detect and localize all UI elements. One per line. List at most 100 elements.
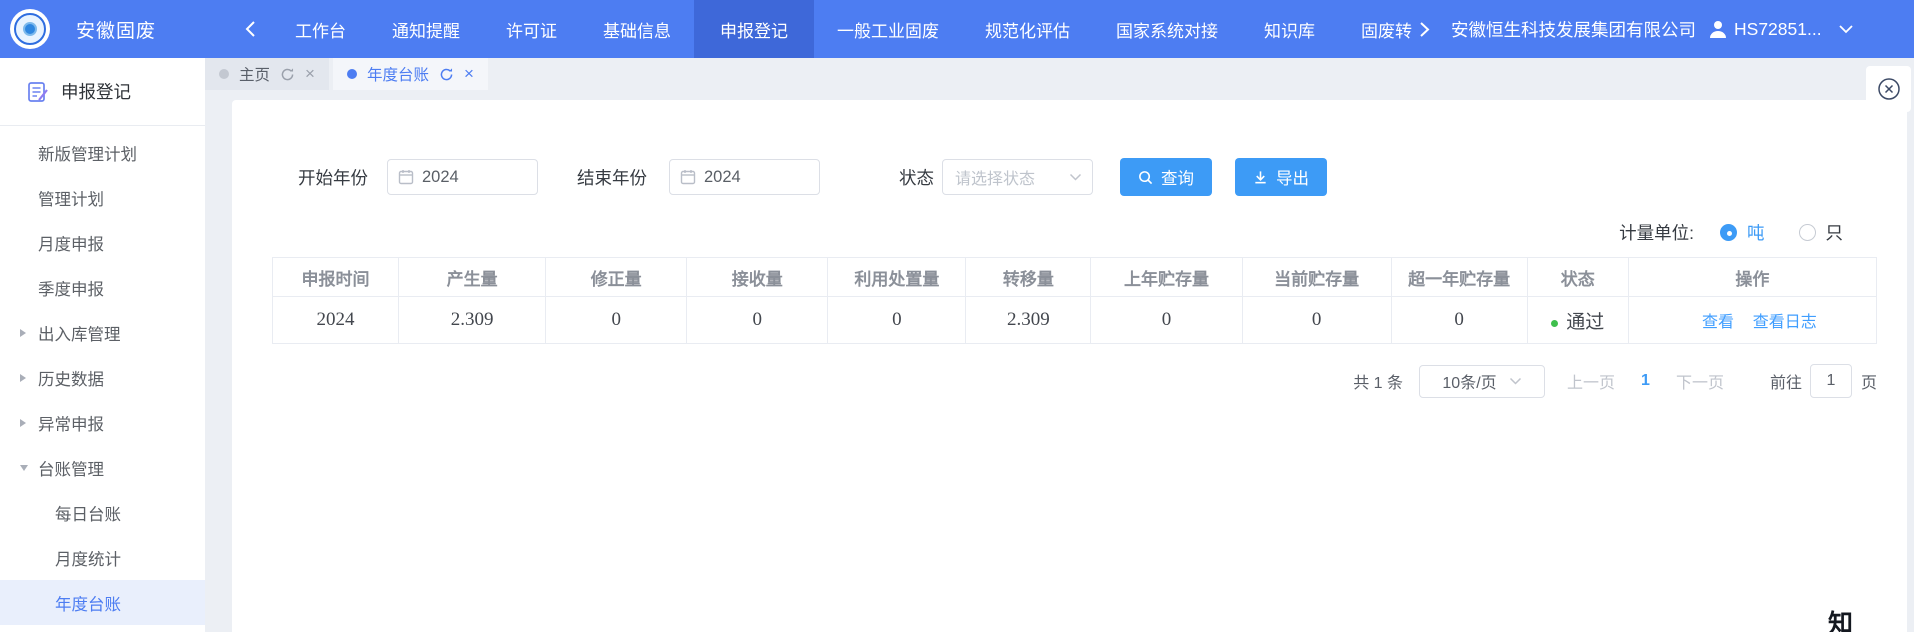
chevron-down-icon xyxy=(1509,377,1522,385)
tab-home[interactable]: 主页 × xyxy=(205,58,329,90)
nav-scroll-left-icon[interactable] xyxy=(244,20,258,38)
sidebar-item-annual-ledger[interactable]: 年度台账 xyxy=(0,580,205,625)
nav-item-workbench[interactable]: 工作台 xyxy=(272,0,369,58)
nav-item-license[interactable]: 许可证 xyxy=(483,0,580,58)
nav-scroll-right-icon[interactable] xyxy=(1418,21,1431,38)
sidebar-item-inout-warehouse[interactable]: 出入库管理 xyxy=(0,310,205,355)
view-link[interactable]: 查看 xyxy=(1702,314,1734,331)
col-declare-time: 申报时间 xyxy=(273,258,399,297)
next-page-button[interactable]: 下一页 xyxy=(1676,369,1724,393)
cell-utilized: 0 xyxy=(828,297,966,344)
col-received: 接收量 xyxy=(687,258,828,297)
nav-item-knowledge-base[interactable]: 知识库 xyxy=(1241,0,1338,58)
chevron-right-icon xyxy=(20,419,26,427)
col-transferred: 转移量 xyxy=(966,258,1091,297)
page-size-select[interactable]: 10条/页 xyxy=(1419,365,1545,398)
sidebar-item-monthly-declaration[interactable]: 月度申报 xyxy=(0,220,205,265)
tab-bar: 主页 × 年度台账 × xyxy=(205,58,1914,90)
unit-radio-pcs[interactable]: 只 xyxy=(1799,220,1844,245)
col-actions: 操作 xyxy=(1628,258,1876,297)
prev-page-button[interactable]: 上一页 xyxy=(1567,369,1615,393)
sidebar-title: 申报登记 xyxy=(61,79,131,104)
sidebar-item-history-data[interactable]: 历史数据 xyxy=(0,355,205,400)
sidebar-menu: 新版管理计划 管理计划 月度申报 季度申报 出入库管理 历史数据 异常申报 台账… xyxy=(0,126,205,625)
cell-generated: 2.309 xyxy=(399,297,546,344)
sidebar-item-quarterly-declaration[interactable]: 季度申报 xyxy=(0,265,205,310)
table-header-row: 申报时间 产生量 修正量 接收量 利用处置量 转移量 上年贮存量 当前贮存量 超… xyxy=(273,258,1877,297)
cell-status: 通过 xyxy=(1527,297,1628,344)
main-panel: 开始年份 结束年份 状态 请选择状态 xyxy=(232,100,1907,632)
query-button[interactable]: 查询 xyxy=(1120,158,1212,196)
cell-corrected: 0 xyxy=(546,297,687,344)
search-icon xyxy=(1138,170,1153,185)
top-navbar: 安徽固废 工作台 通知提醒 许可证 基础信息 申报登记 一般工业固废 规范化评估… xyxy=(0,0,1914,58)
radio-unselected-icon xyxy=(1799,224,1816,241)
export-button[interactable]: 导出 xyxy=(1235,158,1327,196)
cell-current-storage: 0 xyxy=(1242,297,1391,344)
nav-item-waste-transfer[interactable]: 固废转 xyxy=(1338,0,1412,58)
unit-radio-ton[interactable]: 吨 xyxy=(1720,220,1765,245)
end-year-input[interactable] xyxy=(669,159,820,195)
col-current-storage: 当前贮存量 xyxy=(1242,258,1391,297)
goto-page-input[interactable] xyxy=(1810,364,1852,398)
sidebar-item-new-management-plan[interactable]: 新版管理计划 xyxy=(0,130,205,175)
status-placeholder: 请选择状态 xyxy=(955,165,1035,189)
close-all-tabs-button[interactable] xyxy=(1866,66,1911,112)
col-generated: 产生量 xyxy=(399,258,546,297)
table-row: 2024 2.309 0 0 0 2.309 0 0 0 通过 查看 查看日志 xyxy=(273,297,1877,344)
nav-item-declaration[interactable]: 申报登记 xyxy=(694,0,814,58)
app-title: 安徽固废 xyxy=(76,16,156,43)
filter-form: 开始年份 结束年份 状态 请选择状态 xyxy=(272,100,1877,196)
col-over-year-storage: 超一年贮存量 xyxy=(1391,258,1527,297)
nav-item-standard-evaluation[interactable]: 规范化评估 xyxy=(962,0,1093,58)
nav-item-general-industrial-waste[interactable]: 一般工业固废 xyxy=(814,0,962,58)
content-region: 主页 × 年度台账 × 开始年份 xyxy=(205,58,1914,632)
end-year-value[interactable] xyxy=(704,168,804,187)
circled-close-icon xyxy=(1876,76,1902,102)
cell-actions: 查看 查看日志 xyxy=(1628,297,1876,344)
start-year-value[interactable] xyxy=(422,168,522,187)
col-utilized: 利用处置量 xyxy=(828,258,966,297)
annual-ledger-table: 申报时间 产生量 修正量 接收量 利用处置量 转移量 上年贮存量 当前贮存量 超… xyxy=(272,257,1877,344)
sidebar-item-abnormal-declaration[interactable]: 异常申报 xyxy=(0,400,205,445)
chevron-right-icon xyxy=(20,329,26,337)
navbar-account-area: 安徽恒生科技发展集团有限公司 HS72851... xyxy=(1451,17,1870,42)
end-year-label: 结束年份 xyxy=(577,165,647,190)
calendar-icon xyxy=(398,169,414,185)
sidebar-item-daily-ledger[interactable]: 每日台账 xyxy=(0,490,205,535)
account-dropdown-icon[interactable] xyxy=(1838,24,1854,34)
unit-row: 计量单位: 吨 只 xyxy=(272,220,1877,245)
tab-dot-icon xyxy=(219,69,229,79)
app-logo-icon xyxy=(10,9,50,49)
view-log-link[interactable]: 查看日志 xyxy=(1753,314,1817,331)
status-select[interactable]: 请选择状态 xyxy=(942,159,1093,195)
status-label: 状态 xyxy=(899,165,934,190)
nav-item-national-system[interactable]: 国家系统对接 xyxy=(1093,0,1241,58)
refresh-icon[interactable] xyxy=(280,67,295,82)
col-corrected: 修正量 xyxy=(546,258,687,297)
nav-item-basic-info[interactable]: 基础信息 xyxy=(580,0,694,58)
start-year-input[interactable] xyxy=(387,159,538,195)
tab-dot-icon xyxy=(347,69,357,79)
tab-annual-ledger[interactable]: 年度台账 × xyxy=(333,58,488,90)
user-id[interactable]: HS72851... xyxy=(1734,19,1822,40)
chevron-right-icon xyxy=(20,374,26,382)
radio-selected-icon xyxy=(1720,224,1737,241)
partial-floating-widget-glyph[interactable]: 知 xyxy=(1828,604,1853,632)
start-year-label: 开始年份 xyxy=(298,165,368,190)
sidebar-header: 申报登记 xyxy=(0,58,205,126)
cell-prev-storage: 0 xyxy=(1091,297,1242,344)
page-number-1[interactable]: 1 xyxy=(1641,372,1650,390)
close-icon[interactable]: × xyxy=(305,64,315,84)
sidebar-item-management-plan[interactable]: 管理计划 xyxy=(0,175,205,220)
status-badge: 通过 xyxy=(1566,312,1604,333)
nav-item-notifications[interactable]: 通知提醒 xyxy=(369,0,483,58)
sidebar-item-ledger-management[interactable]: 台账管理 xyxy=(0,445,205,490)
download-icon xyxy=(1253,170,1268,185)
close-icon[interactable]: × xyxy=(464,64,474,84)
main-nav: 工作台 通知提醒 许可证 基础信息 申报登记 一般工业固废 规范化评估 国家系统… xyxy=(272,0,1412,58)
total-count: 共 1 条 xyxy=(1353,369,1403,393)
sidebar-item-monthly-statistics[interactable]: 月度统计 xyxy=(0,535,205,580)
refresh-icon[interactable] xyxy=(439,67,454,82)
user-icon xyxy=(1708,19,1728,39)
